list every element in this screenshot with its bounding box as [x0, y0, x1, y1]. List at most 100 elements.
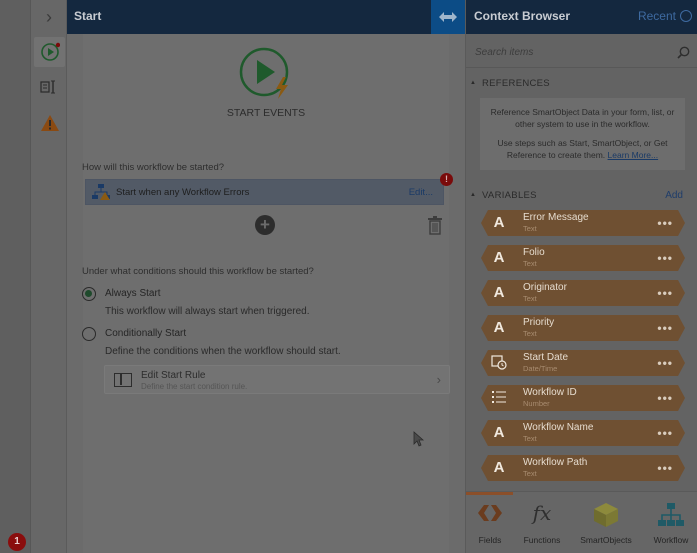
- chevron-right-icon: ›: [436, 372, 441, 387]
- context-browser: Context Browser Recent Search items REFE…: [465, 0, 697, 553]
- left-gutter: 1: [0, 0, 31, 553]
- conditionally-start-label: Conditionally Start: [105, 328, 187, 339]
- text-type-icon: A: [493, 459, 505, 476]
- mouse-cursor-icon: [413, 431, 425, 450]
- variable-item[interactable]: A Priority Text •••: [481, 315, 685, 341]
- variable-item[interactable]: A Folio Text •••: [481, 245, 685, 271]
- conditionally-start-radio[interactable]: [82, 327, 96, 341]
- tab-functions[interactable]: fx Functions: [513, 501, 571, 545]
- variable-item[interactable]: A Workflow Name Text •••: [481, 420, 685, 446]
- tab-fields-label: Fields: [478, 535, 502, 545]
- start-tool-button[interactable]: [34, 37, 65, 67]
- more-options-icon[interactable]: •••: [657, 461, 673, 475]
- variable-type: Text: [523, 259, 537, 268]
- delete-icon[interactable]: [427, 215, 443, 235]
- tab-fields[interactable]: Fields: [461, 502, 519, 545]
- more-options-icon[interactable]: •••: [657, 356, 673, 370]
- variable-name: Workflow Name: [523, 422, 594, 433]
- warning-icon: [40, 115, 59, 131]
- more-options-icon[interactable]: •••: [657, 321, 673, 335]
- more-options-icon[interactable]: •••: [657, 426, 673, 440]
- calendar-clock-icon: [491, 354, 507, 372]
- start-events-label: START EVENTS: [226, 107, 306, 119]
- error-indicator-icon[interactable]: !: [440, 173, 453, 186]
- tool-rail: ›: [31, 0, 67, 553]
- warnings-tool-button[interactable]: [34, 108, 65, 138]
- variable-type: Text: [523, 224, 537, 233]
- variable-name: Workflow ID: [523, 387, 577, 398]
- references-text: Reference SmartObject Data in your form,…: [490, 107, 675, 129]
- active-tab-indicator: [466, 492, 513, 495]
- swap-arrows-icon: [439, 12, 457, 22]
- recent-link[interactable]: Recent: [638, 9, 676, 23]
- variable-item[interactable]: A Workflow Path Text •••: [481, 455, 685, 481]
- variable-type: Text: [523, 469, 537, 478]
- more-options-icon[interactable]: •••: [657, 251, 673, 265]
- variable-item[interactable]: Workflow ID Number •••: [481, 385, 685, 411]
- variable-name: Priority: [523, 317, 555, 328]
- page-title: Start: [74, 9, 102, 23]
- edit-start-rule-button[interactable]: Edit Start Rule Define the start conditi…: [104, 365, 450, 394]
- search-input[interactable]: Search items: [475, 47, 533, 58]
- variable-item[interactable]: A Originator Text •••: [481, 280, 685, 306]
- toggle-panel-button[interactable]: [431, 0, 465, 34]
- search-icon[interactable]: [677, 46, 690, 62]
- cube-icon: [594, 503, 618, 527]
- text-tool-button[interactable]: [34, 72, 65, 102]
- add-event-button[interactable]: +: [255, 215, 275, 235]
- tab-workflow-label: Workflow: [653, 535, 689, 545]
- search-bar[interactable]: Search items: [466, 38, 697, 68]
- start-events-icon: [239, 47, 293, 101]
- variable-item[interactable]: Start Date Date/Time •••: [481, 350, 685, 376]
- clock-icon[interactable]: [680, 10, 692, 22]
- conditions-question: Under what conditions should this workfl…: [82, 266, 314, 277]
- variable-item[interactable]: A Error Message Text •••: [481, 210, 685, 236]
- context-browser-title: Context Browser: [474, 9, 571, 23]
- always-start-description: This workflow will always start when tri…: [105, 306, 310, 317]
- variable-type: Text: [523, 434, 537, 443]
- text-type-icon: A: [493, 319, 505, 336]
- tab-workflow[interactable]: Workflow: [642, 502, 697, 545]
- designer-header: Start: [67, 0, 465, 34]
- number-list-icon: [491, 389, 507, 407]
- variable-type: Number: [523, 399, 550, 408]
- references-heading[interactable]: REFERENCES: [470, 78, 550, 89]
- rule-subtitle: Define the start condition rule.: [141, 382, 248, 391]
- add-variable-link[interactable]: Add: [665, 190, 683, 201]
- learn-more-link[interactable]: Learn More...: [608, 150, 659, 160]
- start-question: How will this workflow be started?: [82, 162, 225, 173]
- text-type-icon: A: [493, 424, 505, 441]
- expand-chevron-icon[interactable]: ›: [31, 0, 67, 34]
- tab-smartobjects[interactable]: SmartObjects: [577, 502, 635, 545]
- variable-name: Originator: [523, 282, 567, 293]
- references-info: Reference SmartObject Data in your form,…: [480, 98, 685, 170]
- always-start-radio[interactable]: [82, 287, 96, 301]
- variable-name: Start Date: [523, 352, 569, 363]
- event-label: Start when any Workflow Errors: [116, 186, 250, 198]
- more-options-icon[interactable]: •••: [657, 286, 673, 300]
- edit-event-link[interactable]: Edit...: [409, 187, 433, 198]
- rule-icon: [114, 373, 132, 387]
- variables-heading[interactable]: VARIABLES: [470, 190, 537, 201]
- workflow-error-icon: [86, 183, 116, 201]
- text-type-icon: A: [493, 249, 505, 266]
- tab-smartobjects-label: SmartObjects: [580, 535, 632, 545]
- start-event-row[interactable]: Start when any Workflow Errors Edit...: [85, 179, 444, 205]
- variable-type: Text: [523, 329, 537, 338]
- fields-icon: [478, 505, 502, 521]
- more-options-icon[interactable]: •••: [657, 216, 673, 230]
- variable-name: Folio: [523, 247, 545, 258]
- text-cursor-icon: [39, 80, 55, 94]
- variable-type: Text: [523, 294, 537, 303]
- notification-badge[interactable]: 1: [8, 533, 26, 551]
- always-start-label: Always Start: [105, 288, 161, 299]
- fx-icon: fx: [532, 501, 552, 525]
- more-options-icon[interactable]: •••: [657, 391, 673, 405]
- org-chart-icon: [658, 503, 684, 526]
- context-tabs: Fields fx Functions SmartObjects Workflo…: [466, 491, 697, 553]
- tab-functions-label: Functions: [523, 535, 561, 545]
- text-type-icon: A: [493, 214, 505, 231]
- start-designer-canvas: START EVENTS How will this workflow be s…: [67, 34, 465, 553]
- play-circle-icon: [40, 42, 60, 61]
- variable-type: Date/Time: [523, 364, 558, 373]
